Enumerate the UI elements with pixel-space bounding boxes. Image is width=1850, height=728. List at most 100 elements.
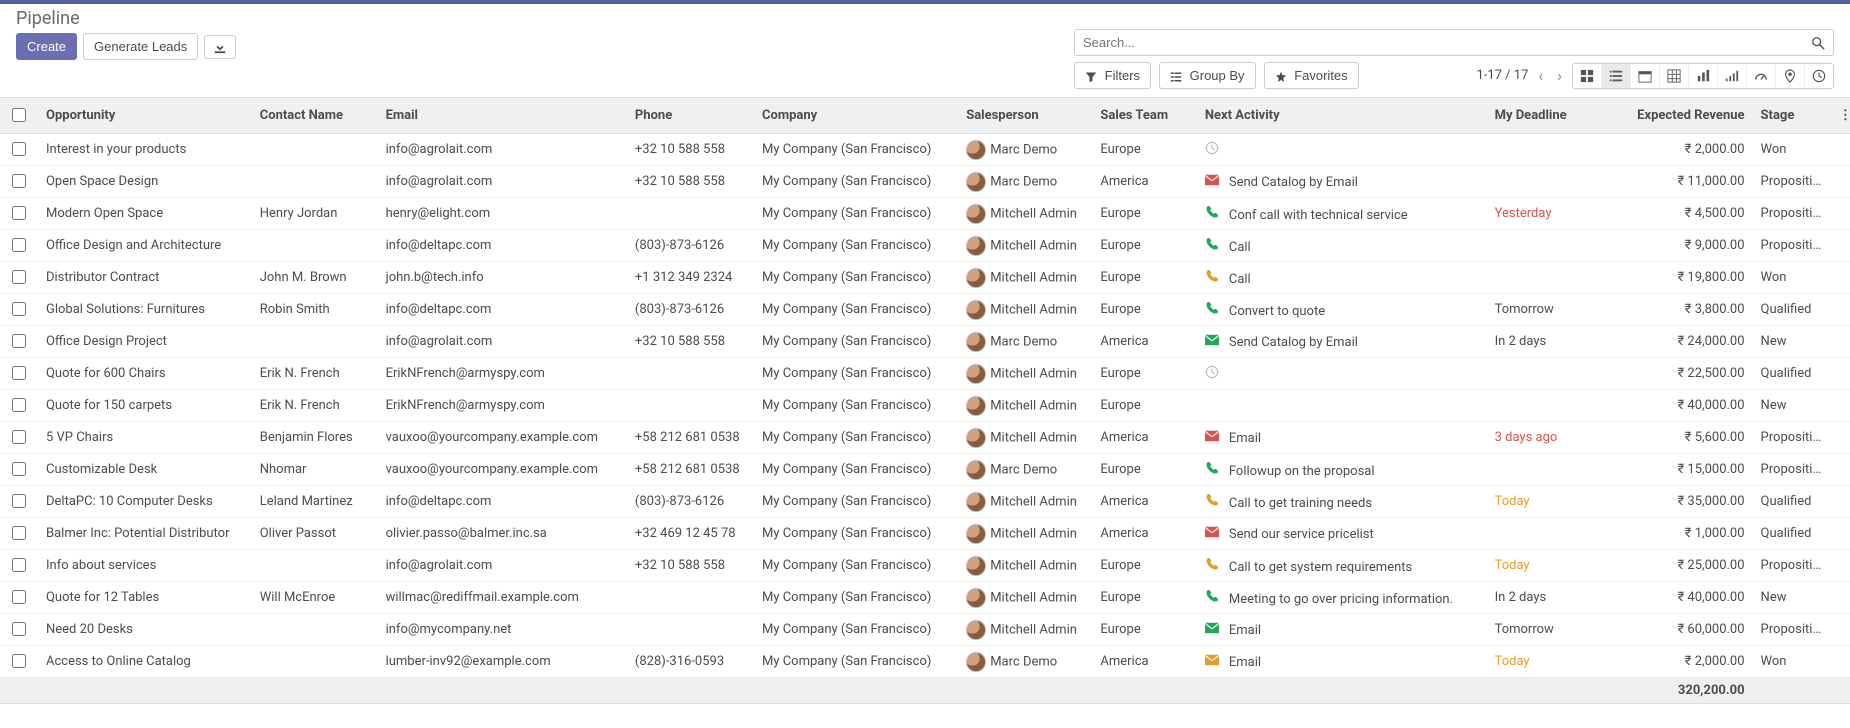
select-all-checkbox[interactable] bbox=[12, 108, 26, 122]
mail-icon bbox=[1205, 430, 1223, 442]
header-optional-columns[interactable]: ⋮ bbox=[1831, 98, 1850, 134]
search-submit[interactable] bbox=[1803, 32, 1833, 54]
view-cohort[interactable] bbox=[1718, 64, 1747, 88]
table-row[interactable]: Office Design Projectinfo@agrolait.com+3… bbox=[0, 326, 1850, 358]
table-row[interactable]: Quote for 600 ChairsErik N. FrenchErikNF… bbox=[0, 358, 1850, 390]
cell-salesperson: Mitchell Admin bbox=[958, 518, 1092, 550]
header-opportunity[interactable]: Opportunity bbox=[38, 98, 252, 134]
view-dashboard[interactable] bbox=[1747, 64, 1776, 88]
cell-activity[interactable]: Convert to quote bbox=[1197, 294, 1487, 326]
table-row[interactable]: Interest in your productsinfo@agrolait.c… bbox=[0, 134, 1850, 166]
table-row[interactable]: Global Solutions: FurnituresRobin Smithi… bbox=[0, 294, 1850, 326]
cell-activity[interactable]: Email bbox=[1197, 614, 1487, 646]
row-checkbox[interactable] bbox=[12, 398, 26, 412]
table-row[interactable]: Customizable DeskNhomarvauxoo@yourcompan… bbox=[0, 454, 1850, 486]
table-row[interactable]: Access to Online Cataloglumber-inv92@exa… bbox=[0, 646, 1850, 678]
table-row[interactable]: 5 VP ChairsBenjamin Floresvauxoo@yourcom… bbox=[0, 422, 1850, 454]
cell-activity[interactable]: Meeting to go over pricing information. bbox=[1197, 582, 1487, 614]
favorites-button[interactable]: Favorites bbox=[1264, 62, 1359, 89]
header-team[interactable]: Sales Team bbox=[1092, 98, 1196, 134]
import-button[interactable] bbox=[204, 35, 236, 59]
header-stage[interactable]: Stage bbox=[1753, 98, 1831, 134]
search-box[interactable] bbox=[1074, 29, 1834, 56]
header-salesperson[interactable]: Salesperson bbox=[958, 98, 1092, 134]
generate-leads-button[interactable]: Generate Leads bbox=[83, 33, 198, 60]
row-checkbox[interactable] bbox=[12, 430, 26, 444]
table-row[interactable]: DeltaPC: 10 Computer DesksLeland Martine… bbox=[0, 486, 1850, 518]
create-button[interactable]: Create bbox=[16, 33, 77, 60]
cell-activity[interactable]: Email bbox=[1197, 646, 1487, 678]
cell-activity[interactable]: Send Catalog by Email bbox=[1197, 166, 1487, 198]
row-checkbox[interactable] bbox=[12, 206, 26, 220]
groupby-button[interactable]: Group By bbox=[1159, 62, 1256, 89]
cell-activity[interactable] bbox=[1197, 390, 1487, 422]
cell-team: Europe bbox=[1092, 614, 1196, 646]
cell-activity[interactable]: Call to get training needs bbox=[1197, 486, 1487, 518]
table-row[interactable]: Need 20 Desksinfo@mycompany.netMy Compan… bbox=[0, 614, 1850, 646]
view-list[interactable] bbox=[1602, 64, 1631, 88]
table-row[interactable]: Info about servicesinfo@agrolait.com+32 … bbox=[0, 550, 1850, 582]
view-map[interactable] bbox=[1776, 64, 1805, 88]
table-row[interactable]: Balmer Inc: Potential DistributorOliver … bbox=[0, 518, 1850, 550]
row-checkbox[interactable] bbox=[12, 494, 26, 508]
cell-stage: Won bbox=[1753, 134, 1831, 166]
cell-activity[interactable]: Followup on the proposal bbox=[1197, 454, 1487, 486]
cell-activity[interactable]: Send Catalog by Email bbox=[1197, 326, 1487, 358]
table-row[interactable]: Modern Open SpaceHenry Jordanhenry@eligh… bbox=[0, 198, 1850, 230]
cell-activity[interactable]: Email bbox=[1197, 422, 1487, 454]
cell-phone: (803)-873-6126 bbox=[627, 230, 754, 262]
row-checkbox[interactable] bbox=[12, 174, 26, 188]
header-email[interactable]: Email bbox=[378, 98, 627, 134]
table-row[interactable]: Office Design and Architectureinfo@delta… bbox=[0, 230, 1850, 262]
row-checkbox[interactable] bbox=[12, 366, 26, 380]
phone-icon bbox=[1205, 205, 1223, 219]
cell-activity[interactable]: Call bbox=[1197, 230, 1487, 262]
cell-stage: Proposition bbox=[1753, 198, 1831, 230]
avatar bbox=[966, 652, 986, 672]
row-checkbox[interactable] bbox=[12, 558, 26, 572]
row-checkbox[interactable] bbox=[12, 462, 26, 476]
header-phone[interactable]: Phone bbox=[627, 98, 754, 134]
pager-prev[interactable]: ‹ bbox=[1534, 66, 1547, 86]
view-activity[interactable] bbox=[1805, 64, 1833, 88]
header-revenue[interactable]: Expected Revenue bbox=[1617, 98, 1752, 134]
cell-contact: Nhomar bbox=[252, 454, 378, 486]
view-calendar[interactable] bbox=[1631, 64, 1660, 88]
row-checkbox[interactable] bbox=[12, 270, 26, 284]
row-checkbox[interactable] bbox=[12, 654, 26, 668]
row-checkbox[interactable] bbox=[12, 622, 26, 636]
filters-button[interactable]: Filters bbox=[1074, 62, 1151, 89]
cell-menu bbox=[1831, 358, 1850, 390]
row-checkbox[interactable] bbox=[12, 302, 26, 316]
view-graph[interactable] bbox=[1689, 64, 1718, 88]
cell-contact bbox=[252, 166, 378, 198]
view-kanban[interactable] bbox=[1573, 64, 1602, 88]
cell-activity[interactable] bbox=[1197, 358, 1487, 390]
pivot-icon bbox=[1667, 69, 1681, 83]
row-checkbox[interactable] bbox=[12, 142, 26, 156]
table-row[interactable]: Open Space Designinfo@agrolait.com+32 10… bbox=[0, 166, 1850, 198]
row-checkbox[interactable] bbox=[12, 590, 26, 604]
cell-activity[interactable]: Call to get system requirements bbox=[1197, 550, 1487, 582]
cell-activity[interactable]: Conf call with technical service bbox=[1197, 198, 1487, 230]
table-row[interactable]: Distributor ContractJohn M. Brownjohn.b@… bbox=[0, 262, 1850, 294]
cell-activity[interactable]: Call bbox=[1197, 262, 1487, 294]
header-activity[interactable]: Next Activity bbox=[1197, 98, 1487, 134]
header-deadline[interactable]: My Deadline bbox=[1487, 98, 1618, 134]
row-checkbox[interactable] bbox=[12, 238, 26, 252]
table-row[interactable]: Quote for 150 carpetsErik N. FrenchErikN… bbox=[0, 390, 1850, 422]
cell-activity[interactable] bbox=[1197, 134, 1487, 166]
pager-next[interactable]: › bbox=[1553, 66, 1566, 86]
header-contact[interactable]: Contact Name bbox=[252, 98, 378, 134]
cell-company: My Company (San Francisco) bbox=[754, 198, 958, 230]
header-company[interactable]: Company bbox=[754, 98, 958, 134]
cell-activity[interactable]: Send our service pricelist bbox=[1197, 518, 1487, 550]
header-select-all[interactable] bbox=[0, 98, 38, 134]
row-checkbox[interactable] bbox=[12, 526, 26, 540]
pager-text: 1-17 / 17 bbox=[1476, 68, 1528, 83]
row-checkbox[interactable] bbox=[12, 334, 26, 348]
view-pivot[interactable] bbox=[1660, 64, 1689, 88]
table-row[interactable]: Quote for 12 TablesWill McEnroewillmac@r… bbox=[0, 582, 1850, 614]
cell-phone: +58 212 681 0538 bbox=[627, 454, 754, 486]
search-input[interactable] bbox=[1075, 30, 1803, 55]
